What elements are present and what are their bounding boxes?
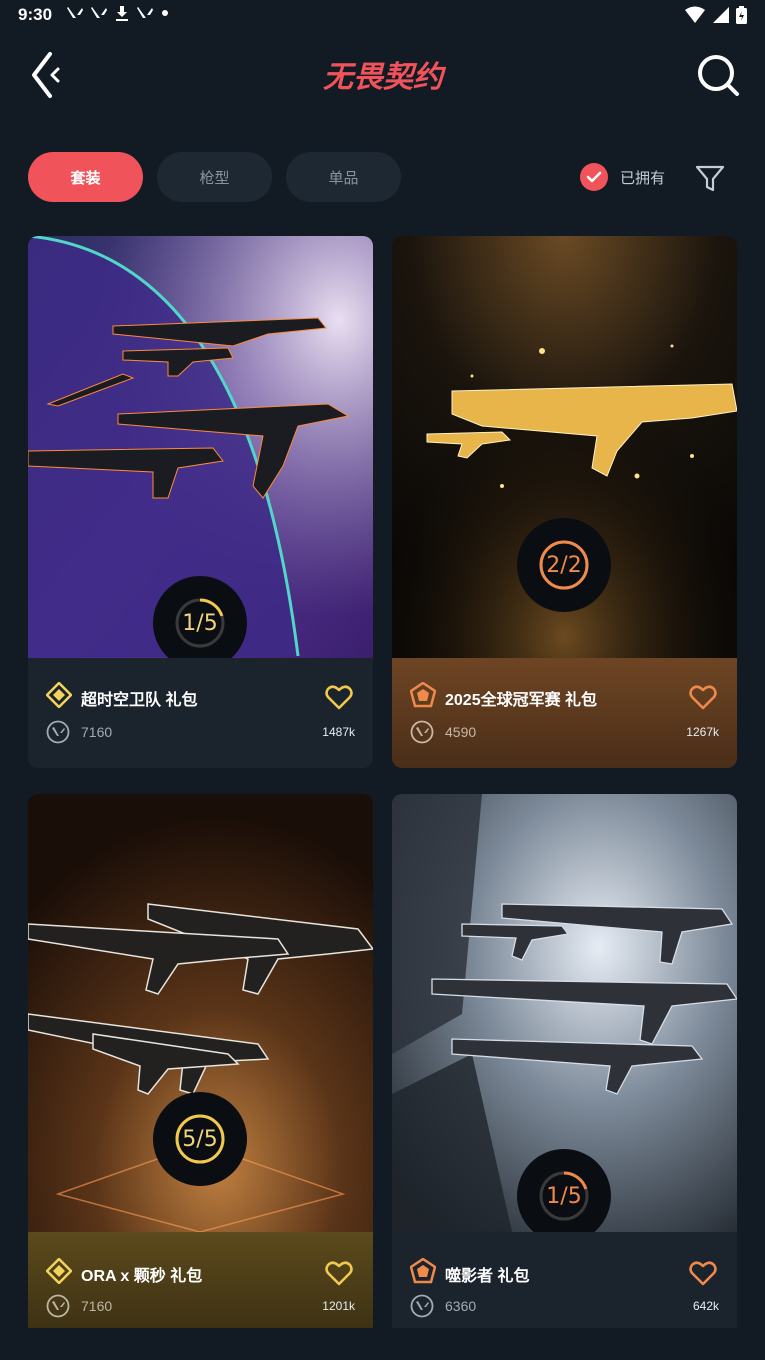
favorite-heart-icon[interactable] bbox=[689, 1260, 717, 1286]
progress-text: 2/2 bbox=[546, 552, 582, 578]
bundle-card-shadow-eater[interactable]: 1/5 噬影者 礼包 6360 642k bbox=[392, 794, 737, 1328]
bundle-price: 4590 bbox=[445, 724, 477, 740]
battery-icon bbox=[736, 6, 747, 24]
bundle-info: ORA x 颗秒 礼包 7160 1201k bbox=[28, 1232, 373, 1328]
filter-funnel-icon bbox=[695, 165, 725, 192]
tab-single-item[interactable]: 单品 bbox=[286, 152, 401, 202]
collection-progress-ring: 1/5 bbox=[153, 576, 247, 670]
back-button[interactable] bbox=[28, 50, 68, 100]
bundle-info: 超时空卫队 礼包 7160 1487k bbox=[28, 658, 373, 768]
collection-progress-ring: 1/5 bbox=[517, 1149, 611, 1243]
bundle-likes: 1487k bbox=[322, 725, 355, 739]
bundle-price: 7160 bbox=[81, 1298, 113, 1314]
bundle-info: 2025全球冠军赛 礼包 4590 1267k bbox=[392, 658, 737, 768]
bundle-likes: 1201k bbox=[322, 1299, 355, 1313]
tab-label: 单品 bbox=[328, 169, 359, 187]
exclusive-pentagon-icon bbox=[410, 1258, 436, 1284]
exclusive-pentagon-icon bbox=[410, 682, 436, 708]
tab-label: 枪型 bbox=[199, 169, 230, 187]
download-icon bbox=[116, 6, 128, 21]
premium-diamond-icon bbox=[46, 1258, 72, 1284]
favorite-heart-icon[interactable] bbox=[325, 1260, 353, 1286]
bundle-card-champions-2025[interactable]: 2/2 2025全球冠军赛 礼包 4590 1267k bbox=[392, 236, 737, 768]
svg-text:无畏契约: 无畏契约 bbox=[323, 60, 447, 95]
valorant-points-icon bbox=[46, 720, 70, 744]
notification-icons bbox=[66, 5, 170, 21]
tab-bundles[interactable]: 套装 bbox=[28, 152, 143, 202]
bundle-title: 超时空卫队 礼包 bbox=[81, 692, 198, 709]
bundle-title: 2025全球冠军赛 礼包 bbox=[445, 692, 598, 709]
status-bar: 9:30 bbox=[0, 0, 765, 32]
valorant-points-icon bbox=[410, 1294, 434, 1318]
tab-weapon-type[interactable]: 枪型 bbox=[157, 152, 272, 202]
bundle-card-chronovoid[interactable]: 1/5 超时空卫队 礼包 7160 1487k bbox=[28, 236, 373, 768]
bundle-likes: 1267k bbox=[686, 725, 719, 739]
signal-icon bbox=[713, 7, 729, 23]
app-logo: 无畏契约 bbox=[302, 56, 464, 96]
progress-text: 1/5 bbox=[182, 610, 218, 636]
bundle-title: ORA x 颗秒 礼包 bbox=[81, 1268, 203, 1285]
valorant-icon bbox=[67, 7, 83, 18]
valorant-icon bbox=[91, 7, 107, 18]
dot-icon bbox=[162, 10, 168, 16]
system-status-icons bbox=[684, 6, 747, 24]
wifi-icon bbox=[685, 6, 705, 23]
bundle-info: 噬影者 礼包 6360 642k bbox=[392, 1232, 737, 1328]
checkmark-icon bbox=[586, 171, 602, 183]
status-time: 9:30 bbox=[18, 5, 53, 24]
back-arrow-icon bbox=[32, 52, 60, 98]
valorant-icon bbox=[137, 7, 153, 18]
bundle-likes: 642k bbox=[692, 1299, 719, 1313]
bundle-price: 6360 bbox=[445, 1298, 477, 1314]
search-icon bbox=[698, 55, 739, 96]
premium-diamond-icon bbox=[46, 682, 72, 708]
favorite-heart-icon[interactable] bbox=[689, 684, 717, 710]
valorant-points-icon bbox=[46, 1294, 70, 1318]
valorant-points-icon bbox=[410, 720, 434, 744]
collection-progress-ring: 5/5 bbox=[153, 1092, 247, 1186]
progress-text: 5/5 bbox=[182, 1126, 218, 1152]
app-logo-wordmark: 无畏契约 bbox=[323, 60, 447, 95]
bundle-title: 噬影者 礼包 bbox=[445, 1268, 530, 1285]
search-button[interactable] bbox=[695, 52, 741, 98]
filter-button[interactable] bbox=[694, 162, 726, 194]
owned-checkbox[interactable] bbox=[580, 163, 608, 191]
header: 无畏契约 bbox=[0, 32, 765, 122]
collection-progress-ring: 2/2 bbox=[517, 518, 611, 612]
tab-label: 套装 bbox=[70, 169, 101, 187]
bundle-card-ora[interactable]: 5/5 ORA x 颗秒 礼包 7160 1201k bbox=[28, 794, 373, 1328]
progress-text: 1/5 bbox=[546, 1183, 582, 1209]
owned-filter-toggle[interactable]: 已拥有 bbox=[580, 162, 665, 192]
owned-filter-label: 已拥有 bbox=[620, 169, 666, 187]
category-filter-row: 套装 枪型 单品 已拥有 bbox=[0, 152, 765, 202]
bundle-price: 7160 bbox=[81, 724, 113, 740]
favorite-heart-icon[interactable] bbox=[325, 684, 353, 710]
